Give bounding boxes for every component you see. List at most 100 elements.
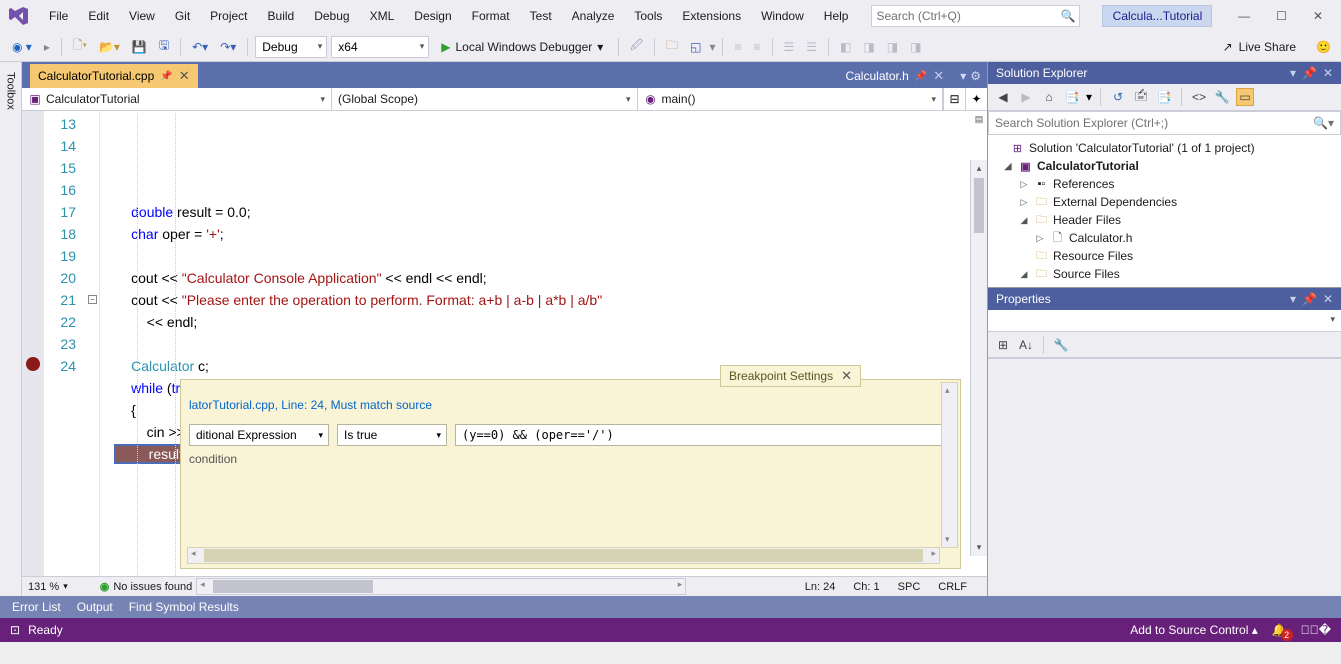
tree-solution[interactable]: ⊞Solution 'CalculatorTutorial' (1 of 1 p… [988, 139, 1341, 157]
tree-source-files[interactable]: ◢🗀Source Files [988, 265, 1341, 283]
menu-design[interactable]: Design [405, 5, 460, 27]
bookmark-clear-icon[interactable]: ◨ [906, 36, 925, 58]
tb-icon-1[interactable]: 🖉 [626, 36, 647, 58]
back-icon[interactable]: ◀ [994, 88, 1012, 106]
breakpoint-gutter[interactable] [22, 111, 44, 576]
show-all-icon[interactable]: <> [1190, 88, 1208, 106]
bookmark-prev-icon[interactable]: ◨ [859, 36, 878, 58]
tree-references[interactable]: ▷▪▫References [988, 175, 1341, 193]
fwd-icon[interactable]: ▶ [1017, 88, 1035, 106]
nav-function-dropdown[interactable]: ◉main() [638, 88, 944, 110]
condition-expression-input[interactable] [455, 424, 952, 446]
menu-edit[interactable]: Edit [79, 5, 118, 27]
undo-button[interactable]: ↶▾ [188, 36, 212, 58]
menu-format[interactable]: Format [463, 5, 519, 27]
notifications-button[interactable]: 🔔 2 [1272, 623, 1287, 637]
switch-view-icon[interactable]: 📑 [1063, 88, 1081, 106]
sync-icon[interactable]: ↺ [1109, 88, 1127, 106]
bookmark-icon[interactable]: ◧ [836, 36, 855, 58]
menu-project[interactable]: Project [201, 5, 256, 27]
zoom-level[interactable]: 131 % [28, 581, 59, 593]
categorized-icon[interactable]: ⊞ [994, 336, 1012, 354]
panel-pin-icon[interactable]: 📌 [1302, 66, 1317, 80]
spaces-indicator[interactable]: SPC [898, 581, 921, 593]
properties-object-dropdown[interactable] [988, 310, 1341, 332]
menu-build[interactable]: Build [259, 5, 304, 27]
panel-close-icon[interactable]: ✕ [1323, 66, 1333, 80]
tab-output[interactable]: Output [77, 600, 113, 614]
horizontal-scrollbar[interactable]: ◂ ▸ [187, 547, 940, 564]
live-share[interactable]: ↗ Live Share 🙂 [1223, 40, 1341, 54]
wrench-icon[interactable]: 🔧 [1052, 336, 1070, 354]
feedback-icon[interactable]: 🙂 [1316, 40, 1331, 54]
nav-back-button[interactable]: ◉ ▾ [8, 36, 36, 58]
bp-vscroll[interactable]: ▴ ▾ [941, 382, 958, 548]
fold-collapse-icon[interactable]: − [88, 295, 97, 304]
split-icon[interactable]: ▤ [971, 111, 987, 128]
indent-icon[interactable]: ≡ [730, 36, 745, 58]
menu-xml[interactable]: XML [361, 5, 404, 27]
redo-button[interactable]: ↷▾ [216, 36, 240, 58]
condition-eval-dropdown[interactable]: Is true [337, 424, 447, 446]
nav-fwd-button[interactable]: ▸ [40, 36, 54, 58]
bookmark-next-icon[interactable]: ◨ [883, 36, 902, 58]
menu-view[interactable]: View [120, 5, 164, 27]
menu-analyze[interactable]: Analyze [563, 5, 624, 27]
pin-icon[interactable]: 📌 [915, 71, 927, 82]
vertical-scrollbar[interactable]: ▤ ▴ ▾ [970, 160, 987, 556]
start-debug-button[interactable]: ▶Local Windows Debugger ▾ [433, 40, 611, 54]
tab-inactive[interactable]: Calculator.h 📌 ✕ [835, 64, 954, 88]
nav-split-icon[interactable]: ⊟ [943, 88, 965, 110]
tree-external-deps[interactable]: ▷🗀External Dependencies [988, 193, 1341, 211]
close-icon[interactable]: ✕ [841, 368, 852, 384]
menu-tools[interactable]: Tools [625, 5, 671, 27]
tree-project[interactable]: ◢▣CalculatorTutorial [988, 157, 1341, 175]
eol-indicator[interactable]: CRLF [938, 581, 967, 593]
solution-tree[interactable]: ⊞Solution 'CalculatorTutorial' (1 of 1 p… [988, 135, 1341, 287]
tab-settings-icon[interactable]: ⚙ [970, 69, 981, 83]
resize-grip-icon[interactable]: �ే� [1301, 623, 1331, 637]
collapse-icon[interactable]: 📑 [1155, 88, 1173, 106]
menu-help[interactable]: Help [815, 5, 858, 27]
breakpoint-dot-icon[interactable] [26, 357, 40, 371]
menu-debug[interactable]: Debug [305, 5, 358, 27]
nav-plus-icon[interactable]: ✦ [965, 88, 987, 110]
code-line-15[interactable] [100, 245, 987, 267]
code-line-19[interactable] [100, 333, 987, 355]
new-item-button[interactable]: 🗋▾ [69, 36, 91, 58]
alphabetical-icon[interactable]: A↓ [1017, 336, 1035, 354]
solution-title-pill[interactable]: Calcula...Tutorial [1102, 5, 1212, 27]
search-box[interactable]: Search (Ctrl+Q) 🔍 [871, 5, 1080, 27]
menu-git[interactable]: Git [166, 5, 199, 27]
tab-active[interactable]: CalculatorTutorial.cpp 📌 ✕ [30, 64, 198, 88]
panel-close-icon[interactable]: ✕ [1323, 292, 1333, 306]
condition-type-dropdown[interactable]: ditional Expression [189, 424, 329, 446]
properties-icon[interactable]: 🔧 [1213, 88, 1231, 106]
nav-scope-dropdown[interactable]: (Global Scope) [332, 88, 638, 110]
fold-gutter[interactable]: − [86, 111, 100, 576]
add-source-control[interactable]: Add to Source Control ▴ [1130, 623, 1257, 637]
open-button[interactable]: 📂▾ [95, 36, 124, 58]
col-indicator[interactable]: Ch: 1 [853, 581, 879, 593]
scroll-thumb[interactable] [974, 178, 984, 233]
tb-icon-2[interactable]: 🗀 [662, 36, 682, 58]
tree-resource-files[interactable]: 🗀Resource Files [988, 247, 1341, 265]
line-indicator[interactable]: Ln: 24 [805, 581, 836, 593]
tree-header-files[interactable]: ◢🗀Header Files [988, 211, 1341, 229]
zoom-dropdown-icon[interactable]: ▾ [63, 581, 68, 592]
menu-extensions[interactable]: Extensions [673, 5, 750, 27]
close-tab-icon[interactable]: ✕ [179, 68, 190, 84]
tb-icon-3[interactable]: ◱ [686, 36, 705, 58]
tab-dropdown-icon[interactable]: ▾ [960, 69, 966, 83]
home-icon[interactable]: ⌂ [1040, 88, 1058, 106]
horizontal-scrollbar[interactable]: ◂▸ [196, 578, 686, 595]
panel-pin-icon[interactable]: 📌 [1302, 292, 1317, 306]
outdent-icon[interactable]: ≡ [749, 36, 764, 58]
config-dropdown[interactable]: Debug [255, 36, 327, 58]
code-editor[interactable]: 131415161718192021222324 − double result… [22, 111, 987, 576]
close-button[interactable]: ✕ [1313, 9, 1323, 23]
code-line-18[interactable]: << endl; [100, 311, 987, 333]
preview-icon[interactable]: ▭ [1236, 88, 1254, 106]
code-line-16[interactable]: cout << "Calculator Console Application"… [100, 267, 987, 289]
uncomment-icon[interactable]: ☰ [802, 36, 821, 58]
